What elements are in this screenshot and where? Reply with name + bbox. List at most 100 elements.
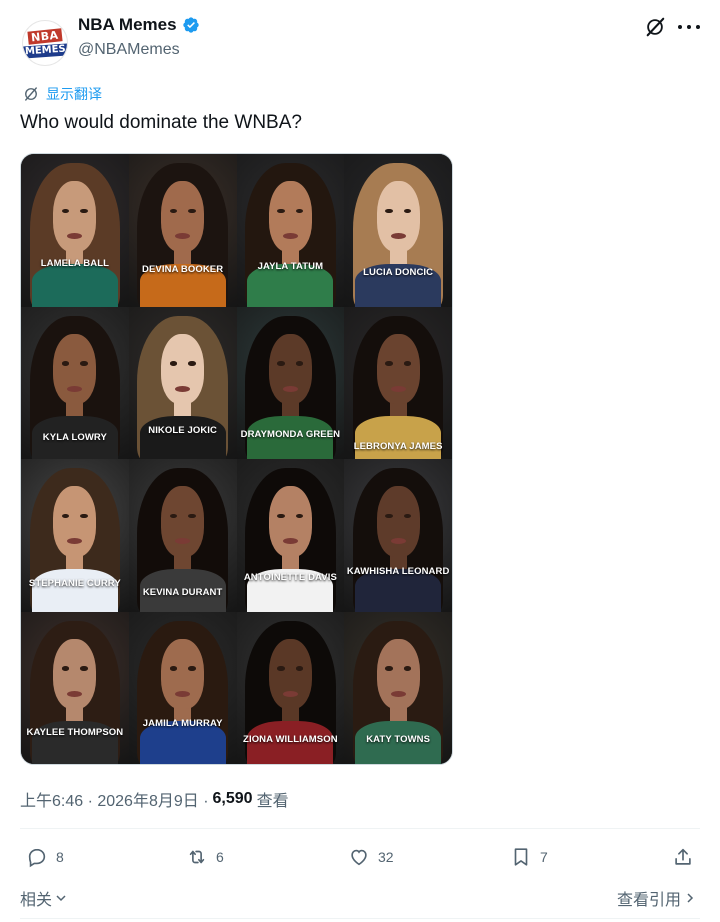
lips-shape <box>67 690 83 697</box>
face-shape <box>268 486 312 557</box>
face-shape <box>268 181 312 252</box>
eye-shape <box>169 666 178 671</box>
chevron-down-icon <box>56 895 66 902</box>
translate-link[interactable]: 显示翻译 <box>22 84 102 104</box>
portrait-label: KATY TOWNS <box>366 733 431 745</box>
views-count: 6,590 <box>212 790 253 807</box>
portrait-label: KEVINA DURANT <box>142 587 223 599</box>
display-name[interactable]: NBA Memes <box>78 15 177 35</box>
portrait-tile: NIKOLE JOKIC <box>128 306 237 459</box>
view-quotes-link[interactable]: 查看引用 <box>617 886 696 910</box>
avatar-text-bottom: MEMES <box>23 42 67 59</box>
portrait-label: DEVINA BOOKER <box>142 263 224 275</box>
eye-shape <box>188 666 196 671</box>
face-shape <box>53 333 97 405</box>
quotes-label: 查看引用 <box>616 892 681 909</box>
grok-icon[interactable] <box>644 16 666 38</box>
name-row: NBA Memes <box>78 15 200 35</box>
portrait-tile: KAWHISHA LEONARD <box>344 459 452 612</box>
like-button[interactable]: 32 <box>348 846 394 868</box>
jersey-shape <box>355 416 442 459</box>
face-shape <box>268 333 312 405</box>
share-button[interactable] <box>672 846 694 868</box>
portrait-tile: ZIONA WILLIAMSON <box>236 611 345 764</box>
portrait-label: LEBRONYA JAMES <box>353 440 443 452</box>
repost-icon <box>189 850 205 864</box>
face-shape <box>161 638 205 710</box>
lips-shape <box>282 385 298 392</box>
heart-icon <box>351 849 367 866</box>
eye-shape <box>188 361 196 366</box>
face-shape <box>376 486 420 557</box>
timestamp[interactable]: 上午6:46 · 2026年8月9日 · <box>20 787 209 811</box>
portrait-tile: DEVINA BOOKER <box>128 154 237 307</box>
portrait-grid: LAMELA BALL DEVINA BOOKER JAYLA TATUM LUCIA… <box>21 154 452 764</box>
portrait-tile: KAYLEE THOMPSON <box>21 611 129 764</box>
divider-bottom <box>20 918 700 919</box>
portrait-tile: JAYLA TATUM <box>236 154 345 307</box>
tweet-header: NBA MEMES NBA Memes @NBAMemes <box>20 14 710 66</box>
eye-shape <box>385 666 393 671</box>
lips-shape <box>175 690 191 697</box>
reply-icon <box>28 848 46 868</box>
eye-shape <box>385 361 393 366</box>
portrait-label: ZIONA WILLIAMSON <box>243 733 338 745</box>
portrait-label: JAMILA MURRAY <box>142 718 223 730</box>
portrait-label: KYLA LOWRY <box>42 431 107 443</box>
face-shape <box>53 486 97 557</box>
face-shape <box>161 486 205 557</box>
repost-button[interactable]: 6 <box>186 846 224 868</box>
related-label: 相关 <box>20 892 53 909</box>
portrait-label: LAMELA BALL <box>40 257 110 269</box>
portrait-label: JAYLA TATUM <box>257 260 324 272</box>
bookmark-count: 7 <box>540 849 548 865</box>
more-options-icon[interactable] <box>678 18 700 36</box>
action-bar: 8 6 32 7 <box>20 844 700 872</box>
portrait-tile: LEBRONYA JAMES <box>344 306 452 459</box>
eye-shape <box>295 666 304 671</box>
face-shape <box>376 333 420 405</box>
translate-icon <box>25 87 37 101</box>
portrait-label: KAYLEE THOMPSON <box>26 727 124 739</box>
views-label: 查看 <box>256 793 289 810</box>
portrait-tile: STEPHANIE CURRY <box>21 459 129 612</box>
related-link[interactable]: 相关 <box>20 886 67 910</box>
portrait-label: NIKOLE JOKIC <box>148 425 217 437</box>
reply-button[interactable]: 8 <box>26 846 64 868</box>
eye-shape <box>277 361 285 366</box>
portrait-tile: KYLA LOWRY <box>21 306 129 459</box>
lips-shape <box>390 690 406 697</box>
tweet-meta: 上午6:46 · 2026年8月9日 · 6,590 查看 <box>20 787 289 811</box>
jersey-shape <box>31 568 118 612</box>
eye-shape <box>403 666 412 671</box>
portrait-label: STEPHANIE CURRY <box>28 577 121 589</box>
portrait-tile: LAMELA BALL <box>21 154 129 307</box>
portrait-tile: DRAYMONDA GREEN <box>236 306 345 459</box>
eye-shape <box>80 666 88 671</box>
face-shape <box>53 638 97 710</box>
chevron-right-icon <box>687 893 694 903</box>
lips-shape <box>282 690 298 697</box>
avatar-text-top: NBA <box>27 27 63 45</box>
portrait-label: ANTOINETTE DAVIS <box>243 571 337 583</box>
bookmark-button[interactable]: 7 <box>510 846 548 868</box>
eye-shape <box>169 361 178 366</box>
face-shape <box>376 638 420 710</box>
tweet-image[interactable]: LAMELA BALL DEVINA BOOKER JAYLA TATUM LUCIA… <box>20 153 453 765</box>
lips-shape <box>67 385 83 392</box>
user-handle[interactable]: @NBAMemes <box>78 41 180 59</box>
portrait-label: DRAYMONDA GREEN <box>240 428 341 440</box>
face-shape <box>161 333 205 405</box>
reply-count: 8 <box>56 849 64 865</box>
lips-shape <box>175 385 191 392</box>
share-icon <box>675 848 691 865</box>
like-count: 32 <box>378 849 394 865</box>
eye-shape <box>80 361 88 366</box>
tweet-text: Who would dominate the WNBA? <box>20 112 302 133</box>
portrait-label: KAWHISHA LEONARD <box>346 565 450 577</box>
portrait-label: LUCIA DONCIC <box>363 266 434 278</box>
eye-shape <box>295 361 304 366</box>
avatar[interactable]: NBA MEMES <box>22 20 68 66</box>
eye-shape <box>403 361 412 366</box>
divider-top <box>20 828 700 829</box>
